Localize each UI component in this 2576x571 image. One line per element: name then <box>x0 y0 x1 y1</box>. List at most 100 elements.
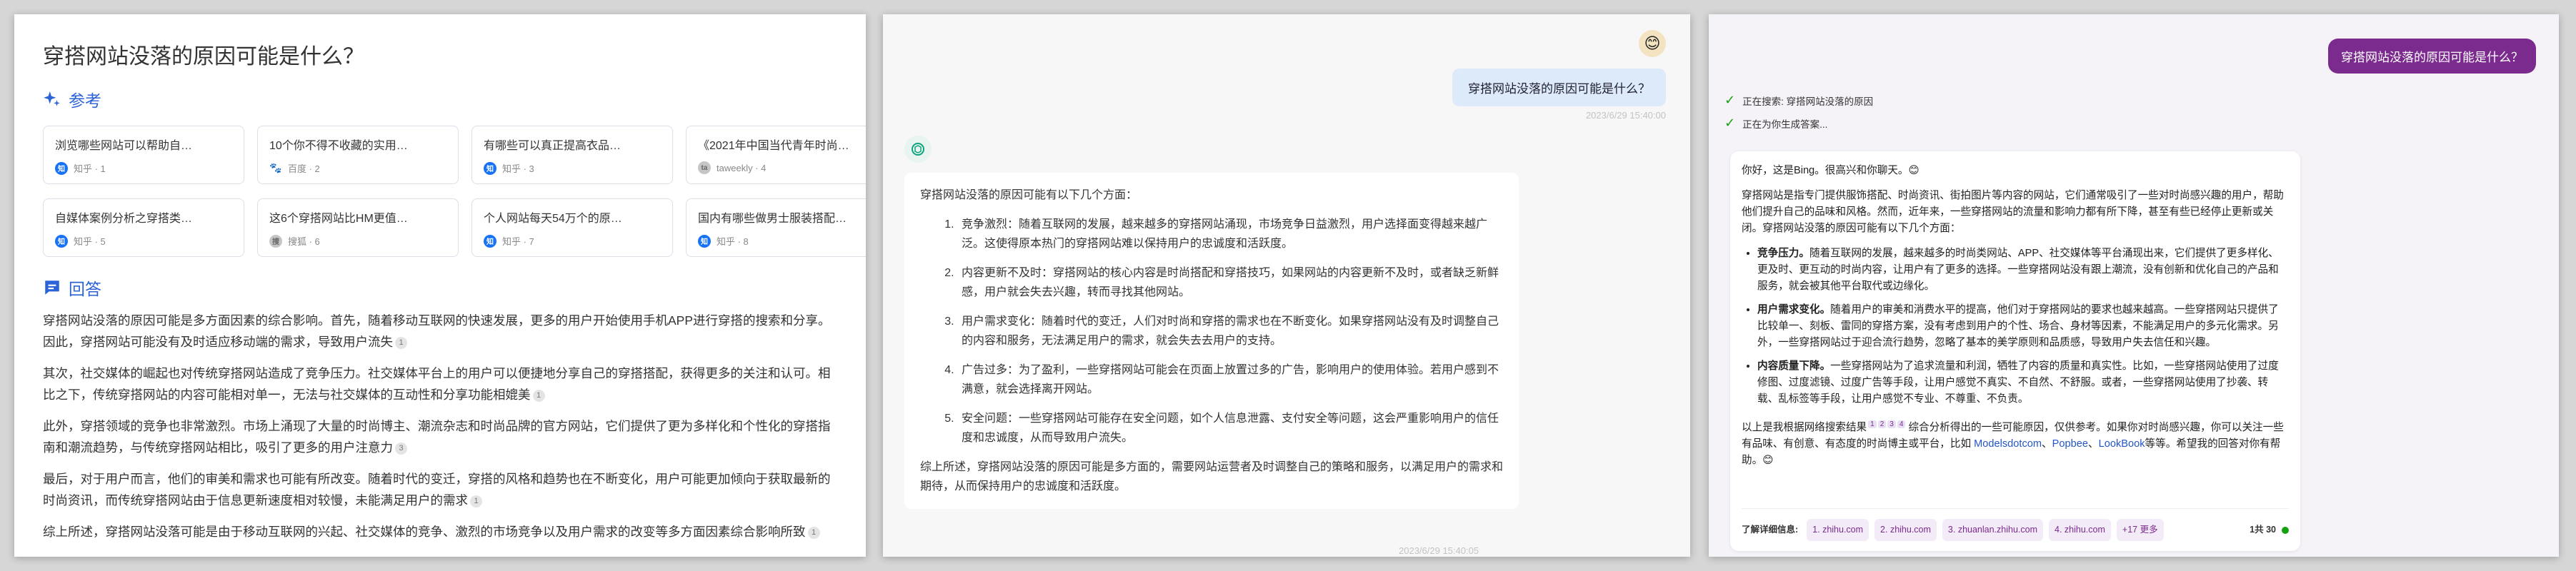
answer-summary: 以上是我根据网络搜索结果 1 2 3 4 综合分析得出的一些可能原因，仅供参考。如果你对… <box>1742 420 2284 466</box>
status-searching: ✓ 正在搜索: 穿搭网站没落的原因 <box>1724 93 1873 108</box>
source-chip[interactable]: 2. zhihu.com <box>1874 519 1937 541</box>
reason-item: 内容质量下降。一些穿搭网站为了追求流量和利润，牺牲了内容的质量和真实性。比如，一… <box>1757 358 2289 408</box>
checkmark-icon: ✓ <box>1724 116 1736 130</box>
reference-source: 知乎 · 7 <box>502 236 534 247</box>
source-superscript[interactable]: 4 <box>1897 420 1906 428</box>
reference-source: 知乎 · 1 <box>74 163 106 174</box>
source-superscript[interactable]: 3 <box>1887 420 1896 428</box>
reference-card[interactable]: 《2021年中国当代青年时尚… ta taweekly · 4 <box>686 126 866 184</box>
references-label: 参考 <box>69 91 101 110</box>
more-sources-chip[interactable]: +17 更多 <box>2116 519 2164 541</box>
paragraph-text: 最后，对于用户而言，他们的审美和需求也可能有所改变。随着时代的变迁，穿搭的风格和… <box>43 472 831 507</box>
paragraph-text: 综上所述，穿搭网站没落可能是由于移动互联网的兴起、社交媒体的竞争、激烈的市场竞争… <box>43 525 806 539</box>
reference-title: 有哪些可以真正提高衣品… <box>484 140 621 152</box>
reason-item: 广告过多：为了盈利，一些穿搭网站可能会在页面上放置过多的广告，影响用户的使用体验… <box>957 360 1503 399</box>
assistant-intro: 穿搭网站没落的原因可能有以下几个方面： <box>920 189 1138 201</box>
answer-paragraph: 最后，对于用户而言，他们的审美和需求也可能有所改变。随着时代的变迁，穿搭的风格和… <box>43 468 837 511</box>
answer-header: 回答 <box>43 276 837 300</box>
bing-chat-panel: 穿搭网站没落的原因可能是什么？ ✓ 正在搜索: 穿搭网站没落的原因 ✓ 正在为你… <box>1709 14 2559 557</box>
reference-grid: 浏览哪些网站可以帮助自… 知知乎 · 1 10个你不得不收藏的实用… 🐾 百度 ·… <box>43 126 866 257</box>
citation-badge[interactable]: 1 <box>395 336 407 349</box>
baidu-icon: 🐾 <box>269 162 282 173</box>
reference-card[interactable]: 国内有哪些做男士服装搭配… 知知乎 · 8 <box>686 198 866 257</box>
search-answer-panel: 穿搭网站没落的原因可能是什么？ 参考 浏览哪些网站可以帮助自… 知知乎 · 1 … <box>14 14 866 557</box>
reason-text: 一些穿搭网站为了追求流量和利润，牺牲了内容的质量和真实性。比如，一些穿搭网站使用… <box>1757 360 2279 405</box>
bing-answer-card: 你好，这是Bing。很高兴和你聊天。😊 穿搭网站是指专门提供服饰搭配、时尚资讯、… <box>1730 151 2300 551</box>
source-superscript[interactable]: 1 <box>1868 420 1877 428</box>
source-chip[interactable]: 3. zhuanlan.zhihu.com <box>1942 519 2044 541</box>
reason-text: 随着用户的审美和消费水平的提高，他们对于穿搭网站的要求也越来越高。一些穿搭网站只… <box>1757 304 2279 348</box>
reason-heading: 竞争压力。 <box>1757 248 1809 259</box>
citation-badge[interactable]: 1 <box>807 526 820 539</box>
zhihu-icon: 知 <box>484 161 496 175</box>
reference-title: 国内有哪些做男士服装搭配… <box>698 213 847 225</box>
checkmark-icon: ✓ <box>1724 93 1736 107</box>
smiley-icon: 😊 <box>1644 34 1661 52</box>
status-generating: ✓ 正在为你生成答案... <box>1724 116 1827 131</box>
assistant-message-card: 穿搭网站没落的原因可能有以下几个方面： 竞争激烈：随着互联网的发展，越来越多的穿… <box>904 173 1519 509</box>
source-chip[interactable]: 4. zhihu.com <box>2049 519 2111 541</box>
reason-item: 安全问题：一些穿搭网站可能存在安全问题，如个人信息泄露、支付安全等问题，这会严重… <box>957 409 1503 448</box>
source-chip[interactable]: 1. zhihu.com <box>1807 519 1869 541</box>
link-popbee[interactable]: Popbee <box>2052 438 2088 450</box>
reason-list: 竞争激烈：随着互联网的发展，越来越多的穿搭网站涌现，市场竞争日益激烈，用户选择面… <box>920 215 1503 448</box>
zhihu-icon: 知 <box>55 234 68 248</box>
site-icon: ta <box>698 161 711 174</box>
reference-title: 自媒体案例分析之穿搭类… <box>55 213 193 225</box>
status-dot-icon <box>2282 526 2289 534</box>
assistant-timestamp: 2023/6/29 15:40:05 <box>1399 545 1479 556</box>
paragraph-text: 其次，社交媒体的崛起也对传统穿搭网站造成了竞争压力。社交媒体平台上的用户可以便捷… <box>43 366 831 402</box>
zhihu-icon: 知 <box>698 234 711 248</box>
reference-source: 知乎 · 5 <box>74 236 106 247</box>
reference-card[interactable]: 这6个穿搭网站比HM更值… 搜搜狐 · 6 <box>257 198 459 257</box>
references-header: 参考 <box>43 87 837 111</box>
zhihu-icon: 知 <box>484 234 496 248</box>
answer-paragraph: 此外，穿搭领域的竞争也非常激烈。市场上涌现了大量的时尚博主、潮流杂志和时尚品牌的… <box>43 415 837 458</box>
reference-card[interactable]: 10个你不得不收藏的实用… 🐾 百度 · 2 <box>257 126 459 184</box>
citation-badge[interactable]: 1 <box>532 389 545 402</box>
assistant-outro: 综上所述，穿搭网站没落的原因可能是多方面的，需要网站运营者及时调整自己的策略和服… <box>920 461 1504 492</box>
user-message-bubble: 穿搭网站没落的原因可能是什么？ <box>1452 69 1666 106</box>
reference-card[interactable]: 个人网站每天54万个的原… 知知乎 · 7 <box>471 198 673 257</box>
openai-logo-icon <box>912 143 924 156</box>
reason-item: 内容更新不及时：穿搭网站的核心内容是时尚搭配和穿搭技巧，如果网站的内容更新不及时… <box>957 263 1503 302</box>
sohu-icon: 搜 <box>269 234 282 248</box>
citation-badge[interactable]: 3 <box>395 442 407 455</box>
reason-text: 随着互联网的发展，越来越多的时尚类网站、APP、社交媒体等平台涌现出来，它们提供… <box>1757 248 2279 292</box>
link-lookbook[interactable]: LookBook <box>2099 438 2145 450</box>
reference-title: 浏览哪些网站可以帮助自… <box>55 140 193 152</box>
reference-source: 知乎 · 8 <box>717 236 749 247</box>
reference-card[interactable]: 有哪些可以真正提高衣品… 知知乎 · 3 <box>471 126 673 184</box>
reference-card[interactable]: 浏览哪些网站可以帮助自… 知知乎 · 1 <box>43 126 244 184</box>
chat-bubble-icon <box>45 281 59 295</box>
greeting: 你好，这是Bing。很高兴和你聊天。😊 <box>1742 165 1919 176</box>
reference-title: 这6个穿搭网站比HM更值… <box>269 213 408 225</box>
reference-source: 搜狐 · 6 <box>288 236 320 247</box>
reference-card[interactable]: 自媒体案例分析之穿搭类… 知知乎 · 5 <box>43 198 244 257</box>
reason-item: 竞争压力。随着互联网的发展，越来越多的时尚类网站、APP、社交媒体等平台涌现出来… <box>1757 246 2289 295</box>
sparkle-icon <box>44 91 60 106</box>
source-superscript[interactable]: 2 <box>1877 420 1887 428</box>
turn-counter: 1共 30 <box>2250 525 2276 535</box>
reference-title: 10个你不得不收藏的实用… <box>269 140 408 152</box>
chat-panel: 😊 穿搭网站没落的原因可能是什么？ 2023/6/29 15:40:00 穿搭网… <box>883 14 1690 557</box>
reference-title: 《2021年中国当代青年时尚… <box>698 140 849 152</box>
paragraph-text: 此外，穿搭领域的竞争也非常激烈。市场上涌现了大量的时尚博主、潮流杂志和时尚品牌的… <box>43 419 831 455</box>
reference-source: taweekly · 4 <box>717 162 767 173</box>
link-modelsdotcom[interactable]: Modelsdotcom <box>1974 438 2042 450</box>
assistant-avatar <box>904 136 932 163</box>
citation-badge[interactable]: 1 <box>470 495 482 507</box>
status-text: 正在为你生成答案... <box>1742 118 1828 130</box>
answer-paragraph: 综上所述，穿搭网站没落可能是由于移动互联网的兴起、社交媒体的竞争、激烈的市场竞争… <box>43 521 837 542</box>
reference-title: 个人网站每天54万个的原… <box>484 213 622 225</box>
learn-more-bar: 了解详细信息: 1. zhihu.com 2. zhihu.com 3. zhu… <box>1742 508 2289 541</box>
reference-source: 知乎 · 3 <box>502 163 534 174</box>
user-timestamp: 2023/6/29 15:40:00 <box>1585 110 1666 121</box>
answer-body: 穿搭网站没落的原因可能是多方面因素的综合影响。首先，随着移动互联网的快速发展，更… <box>43 310 837 542</box>
reference-source: 百度 · 2 <box>288 163 320 174</box>
summary-text: 以上是我根据网络搜索结果 <box>1742 422 1867 433</box>
user-message-bubble: 穿搭网站没落的原因可能是什么？ <box>2328 39 2536 74</box>
answer-intro: 穿搭网站是指专门提供服饰搭配、时尚资讯、街拍图片等内容的网站，它们通常吸引了一些… <box>1742 190 2284 234</box>
reason-heading: 内容质量下降。 <box>1757 360 1831 372</box>
user-avatar: 😊 <box>1639 30 1666 57</box>
